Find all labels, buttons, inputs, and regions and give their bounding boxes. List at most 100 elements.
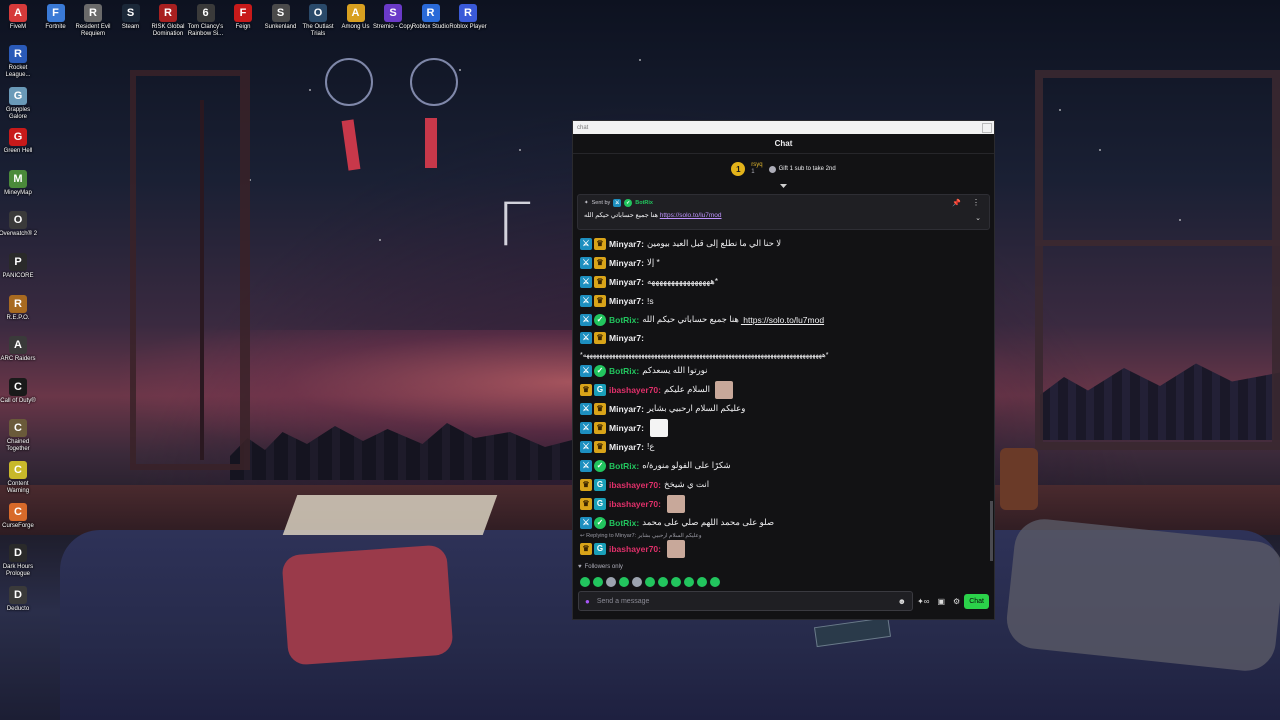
desktop-shortcut-label: Rocket League... xyxy=(5,65,31,78)
chat-message[interactable]: ⚔ ♛ Minyar7: ههههههههههههههههه* xyxy=(580,272,987,291)
desktop-shortcut[interactable]: C CurseForge xyxy=(0,502,40,530)
crown-badge-icon: ♛ xyxy=(594,402,606,415)
pinned-message[interactable]: ✦ Sent by ⚔ ✓ BotRix هنا جميع حساباتي حي… xyxy=(577,194,990,230)
chat-message[interactable]: ⚔ ✓ BotRix: شكرًا على الفولو منورة/ه xyxy=(580,456,987,475)
emote-icon[interactable] xyxy=(580,576,590,587)
chat-message[interactable]: ⚔ ♛ Minyar7: وعليكم السلام ارحبيي بشاير xyxy=(580,399,987,418)
desktop-shortcut-label: Deducto xyxy=(6,605,30,612)
emote-icon[interactable] xyxy=(593,576,603,587)
desktop-shortcut[interactable]: G Green Hell xyxy=(0,128,40,155)
emote-icon[interactable] xyxy=(645,576,655,587)
pin-icon[interactable]: 📌 xyxy=(952,199,961,207)
chat-message[interactable]: ⚔ ✓ BotRix: هنا جميع حساباتي حيكم الله http… xyxy=(580,310,987,329)
chat-username[interactable]: Minyar7: xyxy=(609,423,644,433)
gift-box-icon[interactable]: ▣ xyxy=(937,597,945,606)
mineymap-icon: M xyxy=(9,169,27,188)
chat-message[interactable]: ⚔ ✓ BotRix: نورتوا الله يسعدكم xyxy=(580,361,987,380)
chat-emote xyxy=(649,418,668,437)
chat-link[interactable]: https://solo.to/lu7mod xyxy=(741,315,824,325)
desktop-shortcut[interactable]: R Roblox Player xyxy=(446,4,490,31)
chat-username[interactable]: Minyar7: xyxy=(609,442,644,452)
chat-message[interactable]: ⚔ ♛ Minyar7: xyxy=(580,418,987,437)
chat-username[interactable]: Minyar7: xyxy=(609,404,644,414)
desktop-shortcut[interactable]: D Deducto xyxy=(0,585,40,613)
moderator-badge-icon: ⚔ xyxy=(580,402,592,415)
chat-message[interactable]: ⚔ ♛ Minyar7: إلا * xyxy=(580,253,987,272)
desktop-shortcut[interactable]: D Dark Hours Prologue xyxy=(0,544,40,578)
chat-username[interactable]: BotRix: xyxy=(609,461,639,471)
desktop-shortcut[interactable]: R Rocket League... xyxy=(0,45,40,79)
chat-username[interactable]: Minyar7: xyxy=(609,333,644,343)
more-options-icon[interactable]: ⋮ xyxy=(972,198,980,207)
chat-message[interactable]: ⚔ ♛ Minyar7: !ع xyxy=(580,437,987,456)
chat-username[interactable]: Minyar7: xyxy=(609,239,644,249)
chat-message[interactable]: ⚔ ♛ Minyar7: !s xyxy=(580,291,987,310)
settings-gear-icon[interactable]: ⚙ xyxy=(953,597,960,606)
chat-message[interactable]: ⚔ ♛ Minyar7: لا حنا الي ما نطلع إلى قبل الع… xyxy=(580,234,987,253)
emote-icon[interactable] xyxy=(632,576,642,587)
chat-username[interactable]: Minyar7: xyxy=(609,277,644,287)
chat-input-placeholder[interactable]: Send a message xyxy=(597,598,891,605)
sub-rank-badge: 1 xyxy=(731,162,746,176)
desktop-shortcut[interactable]: R R.E.P.O. xyxy=(0,294,40,322)
chat-message[interactable]: ♛ Gibashayer70: انت ي شيخخ xyxy=(580,475,987,494)
emote-icon[interactable] xyxy=(606,576,616,587)
chat-username[interactable]: BotRix: xyxy=(609,518,639,528)
og-badge-icon: G xyxy=(594,383,606,396)
desktop-shortcut[interactable]: M MineyMap xyxy=(0,169,40,197)
chat-message[interactable]: ♛ Gibashayer70: xyxy=(580,539,987,558)
chat-username[interactable]: ibashayer70: xyxy=(609,544,661,554)
mic-icon[interactable]: ● xyxy=(585,597,590,606)
desktop-shortcut[interactable]: P PANICORE xyxy=(0,253,40,280)
chat-message[interactable]: ♛ Gibashayer70: xyxy=(580,494,987,513)
wallpaper-wind-chime-left xyxy=(325,58,373,106)
chat-send-button[interactable]: Chat xyxy=(964,593,989,609)
chat-username[interactable]: Minyar7: xyxy=(609,296,644,306)
chat-username[interactable]: BotRix: xyxy=(609,366,639,376)
chat-username[interactable]: Minyar7: xyxy=(609,258,644,268)
crown-badge-icon: ♛ xyxy=(580,383,592,396)
emote-icon[interactable] xyxy=(658,576,668,587)
gift-sub-prompt[interactable]: Gift 1 sub to take 2nd xyxy=(768,165,836,173)
window-close-button[interactable] xyxy=(982,122,992,133)
pinned-link[interactable]: https://solo.to/lu7mod xyxy=(660,212,722,219)
curseforge-icon: C xyxy=(9,502,27,521)
chat-username[interactable]: ibashayer70: xyxy=(609,385,661,395)
desktop-shortcut[interactable]: A ARC Raiders xyxy=(0,336,40,363)
og-badge-icon: G xyxy=(594,478,606,491)
emote-icon[interactable] xyxy=(710,576,720,587)
desktop-shortcut[interactable]: G Grapples Galore xyxy=(0,86,40,121)
green-hell-icon: G xyxy=(9,128,27,147)
desktop-shortcut-label: MineyMap xyxy=(4,189,32,196)
chat-username[interactable]: ibashayer70: xyxy=(609,499,661,509)
desktop-shortcut-label: R.E.P.O. xyxy=(6,314,30,321)
chat-input[interactable]: ● Send a message ☻ xyxy=(578,591,914,611)
emote-icon[interactable] xyxy=(619,576,629,587)
emote-icon[interactable] xyxy=(697,576,707,587)
chat-message-list[interactable]: ⚔ ♛ Minyar7: لا حنا الي ما نطلع إلى قبل الع… xyxy=(573,230,994,560)
chat-scrollbar[interactable] xyxy=(990,501,993,561)
chat-message[interactable]: ♛ Gibashayer70: السلام عليكم xyxy=(580,380,987,399)
chat-message[interactable]: ⚔ ♛ Minyar7: *ههههههههههههههههههههههههههههه… xyxy=(580,329,987,361)
desktop-shortcut[interactable]: C Call of Duty® xyxy=(0,377,40,405)
expand-chevron-icon[interactable]: ⌄ xyxy=(975,214,981,222)
desktop-shortcut[interactable]: O Overwatch® 2 xyxy=(0,211,40,238)
emoji-icon[interactable]: ☻ xyxy=(898,597,906,606)
top-sub-bar[interactable]: 1 rsyq 1 Gift 1 sub to take 2nd xyxy=(573,154,994,184)
chat-username[interactable]: BotRix: xyxy=(609,315,639,325)
verified-badge-icon: ✓ xyxy=(624,199,633,207)
chat-text: نورتوا الله يسعدكم xyxy=(642,365,708,375)
window-titlebar[interactable]: chat xyxy=(573,121,994,134)
emote-icon[interactable] xyxy=(684,576,694,587)
desktop-shortcut[interactable]: C Content Warning xyxy=(0,461,40,495)
verified-badge-icon: ✓ xyxy=(594,364,606,377)
emote-icon[interactable] xyxy=(671,576,681,587)
chat-text: !ع xyxy=(646,441,655,451)
points-icon[interactable]: ✦∞ xyxy=(917,597,929,606)
collapse-chevron-icon[interactable] xyxy=(573,184,994,192)
chat-username[interactable]: ibashayer70: xyxy=(609,480,661,490)
crown-badge-icon: ♛ xyxy=(594,421,606,434)
chat-message[interactable]: ⚔ ✓ BotRix: صلو على محمد اللهم صلي على محمد xyxy=(580,513,987,532)
desktop-shortcut[interactable]: C Chained Together xyxy=(0,419,40,453)
chat-window: chat Chat 1 rsyq 1 Gift 1 sub to take 2n… xyxy=(572,120,995,620)
